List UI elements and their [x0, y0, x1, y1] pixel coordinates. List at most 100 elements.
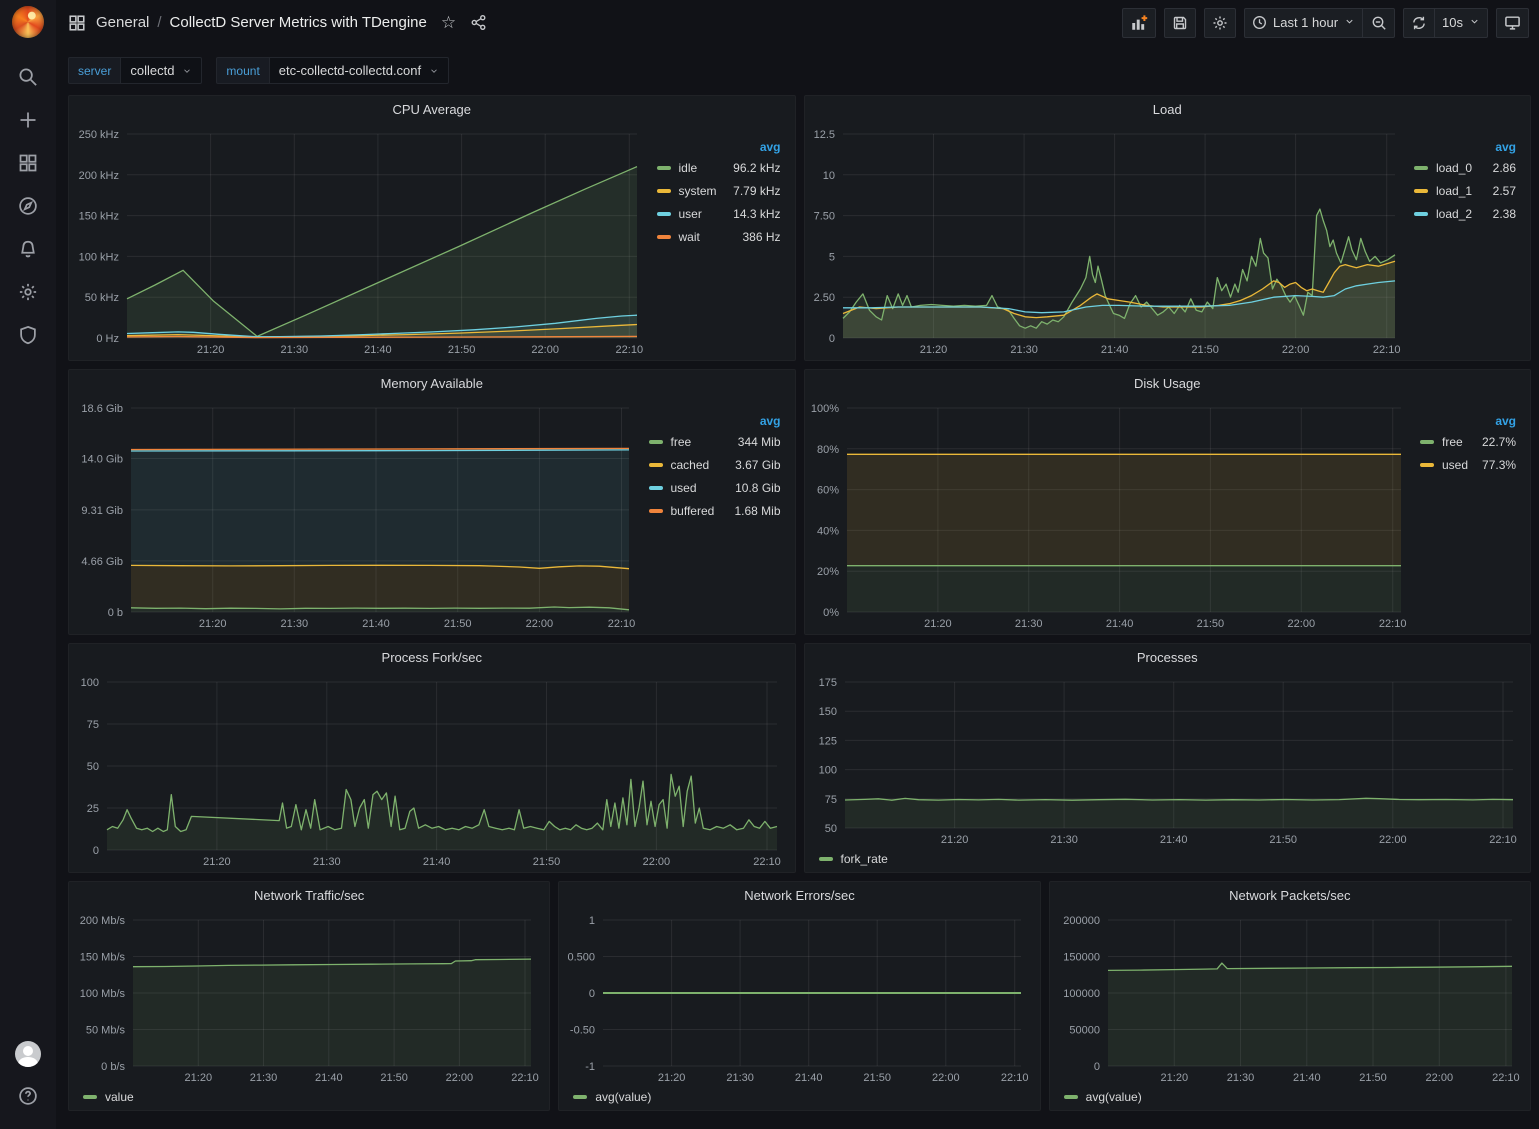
legend-avg-header[interactable]: avg: [655, 140, 783, 154]
search-icon[interactable]: [17, 66, 39, 88]
panel-title[interactable]: Processes: [805, 644, 1531, 670]
legend: avg idle96.2 kHzsystem7.79 kHzuser14.3 kH…: [645, 124, 785, 358]
dashboard-settings-button[interactable]: [1204, 8, 1236, 38]
refresh-button[interactable]: [1403, 8, 1435, 38]
panel-body: 05000010000015000020000021:2021:3021:402…: [1050, 908, 1530, 1110]
page-title[interactable]: CollectD Server Metrics with TDengine: [170, 14, 427, 31]
panel-title[interactable]: Process Fork/sec: [69, 644, 795, 670]
series-color-swatch: [649, 509, 663, 513]
legend-item[interactable]: user14.3 kHz: [655, 202, 783, 225]
legend-item[interactable]: system7.79 kHz: [655, 179, 783, 202]
legend-item[interactable]: buffered1.68 Mib: [647, 499, 783, 522]
legend-avg-header[interactable]: avg: [647, 414, 783, 428]
panel-title[interactable]: CPU Average: [69, 96, 795, 122]
series-avg-value: 2.86: [1493, 161, 1516, 175]
create-plus-icon[interactable]: [17, 109, 39, 131]
sidebar: [0, 0, 56, 1129]
help-icon[interactable]: [17, 1085, 39, 1107]
svg-text:21:40: 21:40: [1293, 1072, 1321, 1084]
svg-text:100 Mb/s: 100 Mb/s: [80, 988, 126, 1000]
series-name: cached: [671, 458, 710, 472]
svg-text:22:10: 22:10: [753, 856, 781, 868]
panel-title[interactable]: Network Traffic/sec: [69, 882, 549, 908]
svg-text:1: 1: [589, 915, 595, 927]
server-admin-shield-icon[interactable]: [17, 324, 39, 346]
legend-avg-header[interactable]: avg: [1412, 140, 1518, 154]
legend-item[interactable]: free22.7%: [1418, 430, 1518, 453]
panel-title[interactable]: Memory Available: [69, 370, 795, 396]
chart-svg: 0 Hz50 kHz100 kHz150 kHz200 kHz250 kHz21…: [75, 124, 645, 358]
panel-title[interactable]: Load: [805, 96, 1531, 122]
svg-text:21:20: 21:20: [940, 834, 968, 846]
chart-svg: -1-0.5000.500121:2021:3021:4021:5022:002…: [565, 910, 1029, 1086]
series-color-swatch: [649, 486, 663, 490]
svg-text:-0.50: -0.50: [570, 1025, 595, 1037]
legend-item[interactable]: free344 Mib: [647, 430, 783, 453]
grafana-logo[interactable]: [12, 6, 44, 38]
chart-plot-area[interactable]: 507510012515017521:2021:3021:4021:5022:0…: [811, 672, 1521, 848]
alerting-bell-icon[interactable]: [17, 238, 39, 260]
svg-text:21:40: 21:40: [364, 344, 392, 356]
legend-item[interactable]: avg(value): [571, 1087, 667, 1107]
legend-item[interactable]: fork_rate: [817, 849, 904, 869]
cycle-view-mode-button[interactable]: [1496, 8, 1529, 38]
series-color-swatch: [1064, 1095, 1078, 1099]
panel-title-text: CPU Average: [392, 102, 471, 117]
chevron-down-icon: [429, 66, 439, 76]
share-dashboard-icon[interactable]: [470, 14, 487, 31]
legend-item[interactable]: load_02.86: [1412, 156, 1518, 179]
chart-plot-area[interactable]: 025507510021:2021:3021:4021:5022:0022:10: [75, 672, 785, 870]
save-dashboard-button[interactable]: [1164, 8, 1196, 38]
variable-mount-value-dropdown[interactable]: etc-collectd-collectd.conf: [269, 57, 449, 84]
legend-item[interactable]: avg(value): [1062, 1087, 1158, 1107]
panel-body: 507510012515017521:2021:3021:4021:5022:0…: [805, 670, 1531, 872]
refresh-interval-button[interactable]: 10s: [1435, 8, 1488, 38]
chart-plot-area[interactable]: 0 Hz50 kHz100 kHz150 kHz200 kHz250 kHz21…: [75, 124, 645, 358]
chart-plot-area[interactable]: 02.5057.501012.521:2021:3021:4021:5022:0…: [811, 124, 1403, 358]
legend-item[interactable]: load_12.57: [1412, 179, 1518, 202]
series-color-swatch: [1420, 463, 1434, 467]
breadcrumb: General / CollectD Server Metrics with T…: [96, 14, 427, 31]
series-color-swatch: [573, 1095, 587, 1099]
legend-item[interactable]: cached3.67 Gib: [647, 453, 783, 476]
svg-text:22:00: 22:00: [446, 1072, 474, 1084]
explore-compass-icon[interactable]: [17, 195, 39, 217]
time-range-button[interactable]: Last 1 hour: [1244, 8, 1363, 38]
series-avg-value: 2.38: [1493, 207, 1516, 221]
svg-text:50: 50: [87, 761, 99, 773]
svg-text:21:50: 21:50: [444, 618, 472, 630]
dashboards-icon[interactable]: [17, 152, 39, 174]
zoom-out-button[interactable]: [1363, 8, 1395, 38]
variable-server: server collectd: [68, 57, 202, 84]
breadcrumb-folder[interactable]: General: [96, 14, 149, 31]
chart-plot-area[interactable]: 0 b/s50 Mb/s100 Mb/s150 Mb/s200 Mb/s21:2…: [75, 910, 539, 1086]
legend-item[interactable]: used77.3%: [1418, 453, 1518, 476]
configuration-gear-icon[interactable]: [17, 281, 39, 303]
chart-plot-area[interactable]: -1-0.5000.500121:2021:3021:4021:5022:002…: [565, 910, 1029, 1086]
chart-plot-area[interactable]: 0%20%40%60%80%100%21:2021:3021:4021:5022…: [811, 398, 1409, 632]
series-name: wait: [679, 230, 700, 244]
legend-item[interactable]: used10.8 Gib: [647, 476, 783, 499]
svg-text:21:50: 21:50: [864, 1072, 892, 1084]
chart-plot-area[interactable]: 0 b4.66 Gib9.31 Gib14.0 Gib18.6 Gib21:20…: [75, 398, 637, 632]
legend-item[interactable]: idle96.2 kHz: [655, 156, 783, 179]
legend-item[interactable]: wait386 Hz: [655, 225, 783, 248]
variable-server-value-dropdown[interactable]: collectd: [120, 57, 202, 84]
panel-body: 025507510021:2021:3021:4021:5022:0022:10: [69, 670, 795, 872]
panel-title[interactable]: Disk Usage: [805, 370, 1531, 396]
user-avatar[interactable]: [15, 1041, 41, 1067]
chart-svg: 05000010000015000020000021:2021:3021:402…: [1056, 910, 1520, 1086]
chart-plot-area[interactable]: 05000010000015000020000021:2021:3021:402…: [1056, 910, 1520, 1086]
panel-title[interactable]: Network Packets/sec: [1050, 882, 1530, 908]
star-dashboard-icon[interactable]: ☆: [441, 13, 456, 33]
series-name: free: [671, 435, 692, 449]
variable-mount: mount etc-collectd-collectd.conf: [216, 57, 449, 84]
svg-text:20%: 20%: [816, 566, 838, 578]
panel-title[interactable]: Network Errors/sec: [559, 882, 1039, 908]
legend-item[interactable]: load_22.38: [1412, 202, 1518, 225]
svg-text:2.50: 2.50: [813, 292, 834, 304]
add-panel-button[interactable]: [1122, 8, 1156, 38]
svg-text:0: 0: [1094, 1061, 1100, 1073]
legend-item[interactable]: value: [81, 1087, 150, 1107]
legend-avg-header[interactable]: avg: [1418, 414, 1518, 428]
